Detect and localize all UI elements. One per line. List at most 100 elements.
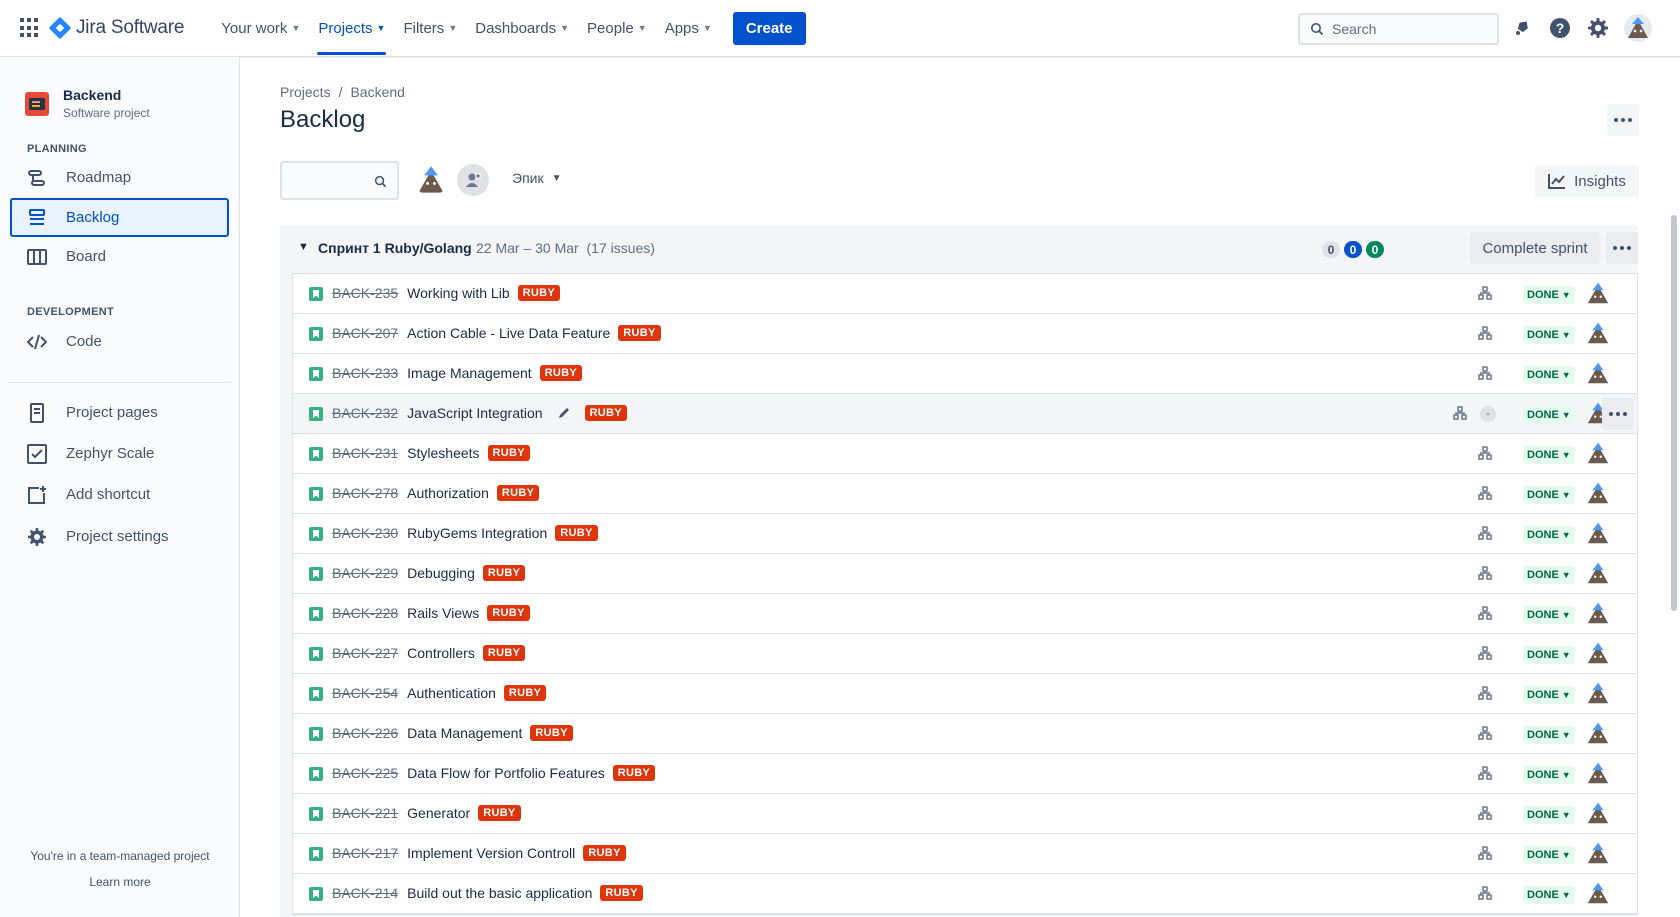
issue-row[interactable]: BACK-225 Data Flow for Portfolio Features…: [293, 754, 1637, 794]
nav-filters[interactable]: Filters ▼: [394, 0, 466, 57]
child-issues-icon[interactable]: [1478, 606, 1492, 623]
assignee-avatar[interactable]: [1585, 520, 1611, 549]
project-header[interactable]: Backend Software project: [25, 87, 150, 120]
create-button[interactable]: Create: [732, 11, 806, 45]
assignee-avatar[interactable]: [1585, 880, 1611, 909]
issue-row[interactable]: BACK-228 Rails Views RUBY DONE ▼: [293, 594, 1637, 634]
assignee-avatar[interactable]: [1585, 760, 1611, 789]
breadcrumb-projects[interactable]: Projects: [280, 84, 331, 100]
sprint-name[interactable]: Спринт 1 Ruby/Golang: [318, 240, 472, 256]
issue-key[interactable]: BACK-232: [332, 405, 398, 421]
epic-filter-dropdown[interactable]: Эпик ▼: [506, 170, 568, 186]
sidebar-item-add-shortcut[interactable]: Add shortcut: [10, 475, 229, 514]
status-dropdown[interactable]: DONE ▼: [1523, 686, 1575, 704]
issue-summary[interactable]: Data Management: [407, 725, 522, 741]
edit-pencil-icon[interactable]: [557, 406, 571, 420]
complete-sprint-button[interactable]: Complete sprint: [1470, 232, 1600, 264]
child-issues-icon[interactable]: [1478, 566, 1492, 583]
breadcrumb-backend[interactable]: Backend: [350, 84, 404, 100]
issue-summary[interactable]: Image Management: [407, 365, 532, 381]
nav-apps[interactable]: Apps ▼: [656, 0, 721, 57]
status-dropdown[interactable]: DONE ▼: [1523, 846, 1575, 864]
jira-logo[interactable]: Jira Software: [48, 16, 184, 40]
child-issues-icon[interactable]: [1478, 646, 1492, 663]
child-issues-icon[interactable]: [1478, 366, 1492, 383]
issue-summary[interactable]: Implement Version Controll: [407, 845, 575, 861]
child-issues-icon[interactable]: [1478, 686, 1492, 703]
status-dropdown[interactable]: DONE ▼: [1523, 486, 1575, 504]
nav-dashboards[interactable]: Dashboards ▼: [466, 0, 578, 57]
sidebar-item-roadmap[interactable]: Roadmap: [10, 158, 229, 197]
issue-key[interactable]: BACK-207: [332, 325, 398, 341]
issue-row[interactable]: BACK-207 Action Cable - Live Data Feature…: [293, 314, 1637, 354]
child-issues-icon[interactable]: [1478, 326, 1492, 343]
issue-row[interactable]: BACK-214 Build out the basic application R…: [293, 874, 1637, 914]
issue-key[interactable]: BACK-226: [332, 725, 398, 741]
learn-more-link[interactable]: Learn more: [0, 875, 240, 889]
issue-row[interactable]: BACK-217 Implement Version Controll RUBY DO…: [293, 834, 1637, 874]
child-issues-icon[interactable]: [1478, 766, 1492, 783]
child-issues-icon[interactable]: [1478, 726, 1492, 743]
assignee-avatar[interactable]: [1585, 680, 1611, 709]
nav-projects[interactable]: Projects ▼: [309, 0, 394, 57]
settings-gear-icon[interactable]: [1586, 16, 1610, 40]
assignee-avatar[interactable]: [1585, 360, 1611, 389]
assignee-avatar[interactable]: [1585, 720, 1611, 749]
issue-key[interactable]: BACK-214: [332, 885, 398, 901]
status-dropdown[interactable]: DONE ▼: [1523, 806, 1575, 824]
issue-row[interactable]: BACK-278 Authorization RUBY DONE ▼: [293, 474, 1637, 514]
child-issues-icon[interactable]: [1478, 806, 1492, 823]
status-dropdown[interactable]: DONE ▼: [1523, 326, 1575, 344]
assignee-filter-avatar[interactable]: [415, 164, 447, 196]
search-input[interactable]: [1332, 21, 1482, 37]
assignee-avatar[interactable]: [1585, 840, 1611, 869]
assignee-avatar[interactable]: [1585, 600, 1611, 629]
issue-row[interactable]: BACK-235 Working with Lib RUBY DONE ▼: [293, 274, 1637, 314]
issue-key[interactable]: BACK-233: [332, 365, 398, 381]
assignee-avatar[interactable]: [1585, 280, 1611, 309]
status-dropdown[interactable]: DONE ▼: [1523, 366, 1575, 384]
sidebar-item-code[interactable]: Code: [10, 322, 229, 361]
assignee-avatar[interactable]: [1585, 560, 1611, 589]
child-issues-icon[interactable]: [1478, 846, 1492, 863]
collapse-chevron-icon[interactable]: ▼: [298, 241, 309, 253]
sidebar-item-project-pages[interactable]: Project pages: [10, 393, 229, 432]
issue-key[interactable]: BACK-228: [332, 605, 398, 621]
app-switcher-icon[interactable]: [20, 18, 40, 38]
issue-row[interactable]: BACK-254 Authentication RUBY DONE ▼: [293, 674, 1637, 714]
add-people-button[interactable]: [457, 164, 489, 196]
issue-summary[interactable]: Authorization: [407, 485, 489, 501]
issue-summary[interactable]: JavaScript Integration: [407, 405, 542, 421]
assignee-avatar[interactable]: [1585, 800, 1611, 829]
help-icon[interactable]: ?: [1548, 16, 1572, 40]
issue-row[interactable]: BACK-231 Stylesheets RUBY DONE ▼: [293, 434, 1637, 474]
issue-key[interactable]: BACK-235: [332, 285, 398, 301]
issue-row[interactable]: BACK-226 Data Management RUBY DONE ▼: [293, 714, 1637, 754]
issue-summary[interactable]: Working with Lib: [407, 285, 509, 301]
backlog-search-input[interactable]: [282, 163, 367, 198]
issue-more-actions-button[interactable]: [1602, 398, 1634, 430]
issue-key[interactable]: BACK-254: [332, 685, 398, 701]
status-dropdown[interactable]: DONE ▼: [1523, 646, 1575, 664]
insights-button[interactable]: Insights: [1535, 165, 1639, 197]
issue-summary[interactable]: Data Flow for Portfolio Features: [407, 765, 605, 781]
global-search[interactable]: [1298, 13, 1499, 45]
issue-summary[interactable]: Build out the basic application: [407, 885, 592, 901]
status-dropdown[interactable]: DONE ▼: [1523, 886, 1575, 904]
issue-key[interactable]: BACK-227: [332, 645, 398, 661]
assignee-avatar[interactable]: [1585, 320, 1611, 349]
status-dropdown[interactable]: DONE ▼: [1523, 406, 1575, 424]
assignee-avatar[interactable]: [1585, 480, 1611, 509]
nav-people[interactable]: People ▼: [578, 0, 656, 57]
issue-summary[interactable]: RubyGems Integration: [407, 525, 547, 541]
issue-row[interactable]: BACK-221 Generator RUBY DONE ▼: [293, 794, 1637, 834]
status-dropdown[interactable]: DONE ▼: [1523, 606, 1575, 624]
issue-row[interactable]: BACK-233 Image Management RUBY DONE ▼: [293, 354, 1637, 394]
issue-row[interactable]: BACK-227 Controllers RUBY DONE ▼: [293, 634, 1637, 674]
child-issues-icon[interactable]: [1478, 486, 1492, 503]
issue-key[interactable]: BACK-225: [332, 765, 398, 781]
issue-key[interactable]: BACK-230: [332, 525, 398, 541]
issue-summary[interactable]: Rails Views: [407, 605, 479, 621]
issue-key[interactable]: BACK-278: [332, 485, 398, 501]
page-more-actions-button[interactable]: [1607, 104, 1639, 136]
